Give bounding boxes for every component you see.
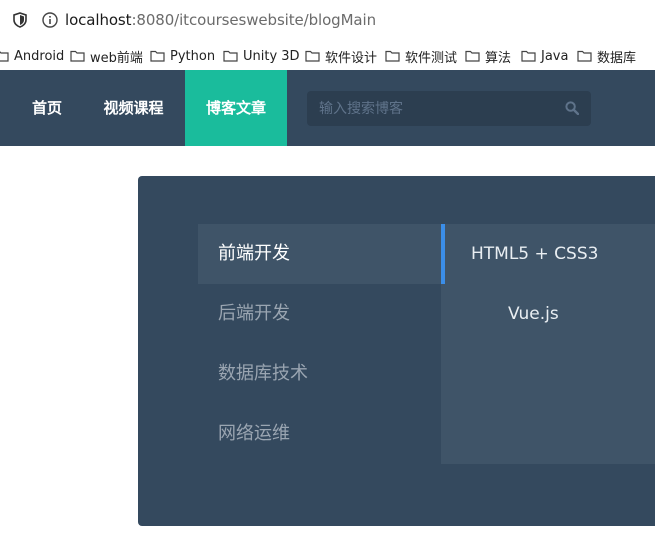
blog-category-panel: 前端开发 后端开发 数据库技术 网络运维 HTML5 + CSS3 Vue.js <box>138 176 655 526</box>
bookmark-unity[interactable]: Unity 3D <box>223 47 300 65</box>
info-icon[interactable] <box>42 12 58 28</box>
bookmark-web[interactable]: web前端 <box>70 47 143 66</box>
folder-icon <box>150 50 165 62</box>
folder-icon <box>465 50 480 62</box>
folder-icon <box>521 50 536 62</box>
bookmark-label: 软件设计 <box>325 50 378 66</box>
nav-video-courses[interactable]: 视频课程 <box>90 70 177 146</box>
folder-icon <box>577 50 592 62</box>
url-field[interactable]: localhost:8080/itcourseswebsite/blogMain <box>65 11 376 29</box>
search-input[interactable] <box>307 91 559 126</box>
url-host: localhost <box>65 11 132 29</box>
bookmark-database[interactable]: 数据库 <box>577 47 637 66</box>
bookmark-label: Unity 3D <box>243 48 300 64</box>
nav-blog-articles[interactable]: 博客文章 <box>185 70 287 146</box>
bookmark-algorithms[interactable]: 算法 <box>465 47 512 66</box>
nav-home[interactable]: 首页 <box>17 70 77 146</box>
bookmark-java[interactable]: Java <box>521 47 568 65</box>
active-indicator <box>441 224 445 284</box>
bookmark-android[interactable]: Android <box>0 47 64 65</box>
search-box <box>307 91 591 126</box>
bookmark-label: Android <box>14 48 65 64</box>
subcategory-html5-css3[interactable]: HTML5 + CSS3 <box>471 224 598 284</box>
folder-icon <box>70 50 85 62</box>
category-network-ops[interactable]: 网络运维 <box>198 404 441 464</box>
bookmark-label: Java <box>541 48 569 64</box>
folder-icon <box>223 50 238 62</box>
bookmarks-bar: Android web前端 Python Unity 3D 软件设计 软件测试 … <box>0 40 655 71</box>
category-backend[interactable]: 后端开发 <box>198 284 441 344</box>
bookmark-python[interactable]: Python <box>150 47 215 65</box>
bookmark-label: 数据库 <box>597 50 637 66</box>
bookmark-label: 软件测试 <box>405 50 458 66</box>
folder-icon <box>0 51 9 62</box>
folder-icon <box>385 50 400 62</box>
shield-icon[interactable] <box>13 12 27 28</box>
folder-icon <box>305 50 320 62</box>
subcategory-vuejs[interactable]: Vue.js <box>508 284 559 344</box>
bookmark-label: 算法 <box>485 50 512 66</box>
subcategory-panel: HTML5 + CSS3 Vue.js <box>441 224 655 464</box>
category-frontend[interactable]: 前端开发 <box>198 224 441 284</box>
bookmark-label: web前端 <box>90 50 143 66</box>
bookmark-label: Python <box>170 48 216 64</box>
site-navbar: 首页 视频课程 博客文章 <box>0 70 655 146</box>
address-bar: localhost:8080/itcourseswebsite/blogMain <box>0 0 655 40</box>
bookmark-software-design[interactable]: 软件设计 <box>305 47 378 66</box>
url-path: :8080/itcourseswebsite/blogMain <box>131 11 376 29</box>
search-icon[interactable] <box>565 101 579 115</box>
bookmark-software-testing[interactable]: 软件测试 <box>385 47 458 66</box>
category-database[interactable]: 数据库技术 <box>198 344 441 404</box>
